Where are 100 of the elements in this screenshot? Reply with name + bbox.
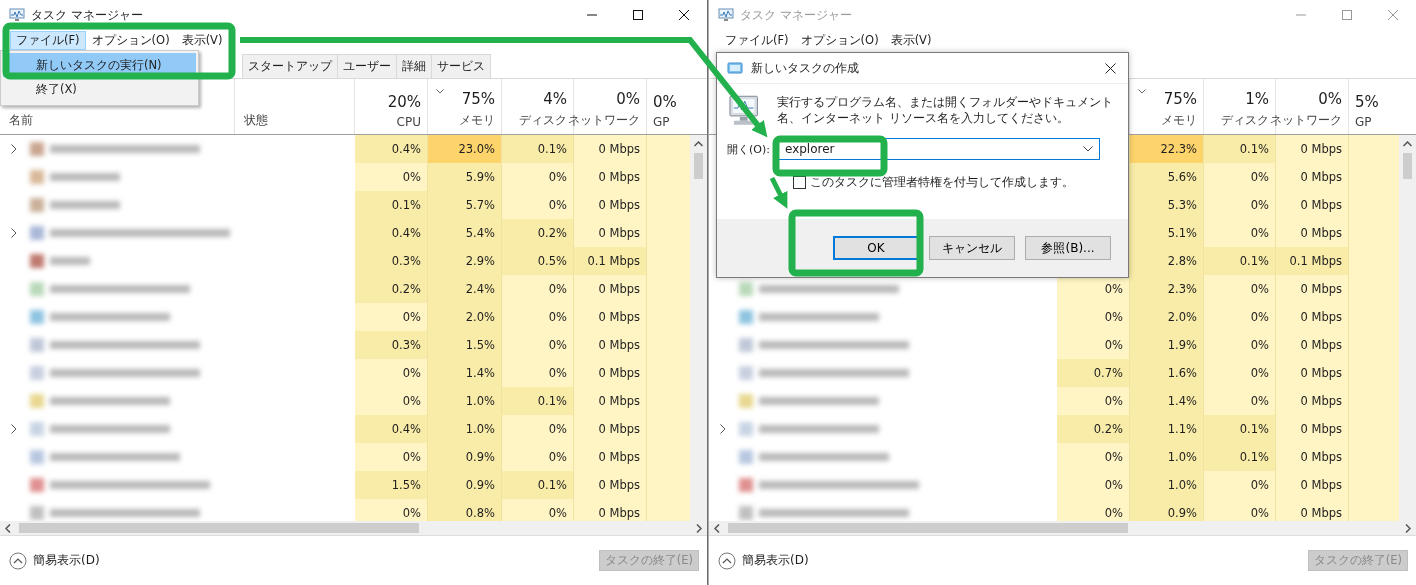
- table-cell: 0.4%: [355, 219, 428, 247]
- expand-chevron-icon[interactable]: [11, 424, 17, 434]
- column-header[interactable]: メモリ: [1161, 112, 1197, 129]
- table-cell: 0 Mbps: [574, 443, 647, 471]
- dialog-button[interactable]: キャンセル: [929, 236, 1015, 260]
- window-icon: [727, 62, 743, 74]
- table-cell: 2.0%: [428, 303, 502, 331]
- horizontal-scrollbar[interactable]: [0, 521, 707, 535]
- table-cell: 0.4%: [355, 135, 428, 163]
- column-header[interactable]: GP: [653, 115, 670, 129]
- instruction-text: 実行するプログラム名、または開くフォルダーやドキュメント名、インターネット リソース名を入力してください。: [777, 94, 1115, 126]
- table-cell: 0.1 Mbps: [574, 247, 647, 275]
- column-header[interactable]: GP: [1355, 115, 1372, 129]
- table-cell: 0 Mbps: [1276, 219, 1349, 247]
- tab[interactable]: スタートアップ: [242, 54, 338, 78]
- scroll-left-icon[interactable]: [5, 523, 11, 533]
- tab[interactable]: サービス: [431, 54, 491, 78]
- table-cell: 0%: [355, 499, 428, 521]
- expand-chevron-icon[interactable]: [11, 144, 17, 154]
- table-cell: 5.3%: [1130, 191, 1204, 219]
- sort-caret-icon: [436, 89, 444, 94]
- maximize-icon[interactable]: [633, 10, 643, 20]
- table-cell: 0%: [1204, 331, 1276, 359]
- tab[interactable]: 詳細: [396, 54, 432, 78]
- dialog-button[interactable]: 参照(B)...: [1025, 236, 1111, 260]
- table-cell: 0%: [355, 359, 428, 387]
- table-cell: 1.0%: [1130, 443, 1204, 471]
- menu-item[interactable]: 表示(V): [175, 30, 229, 50]
- table-cell: 0.3%: [355, 247, 428, 275]
- table-cell: 0 Mbps: [574, 163, 647, 191]
- column-header[interactable]: ネットワーク: [568, 112, 640, 129]
- column-header[interactable]: ディスク: [1221, 112, 1269, 129]
- table-cell: 0%: [502, 359, 574, 387]
- table-cell: [647, 499, 690, 521]
- field-label: 開く(O):: [727, 141, 770, 157]
- arrow: [769, 176, 788, 209]
- table-cell: 1.1%: [1130, 415, 1204, 443]
- table-cell: 0 Mbps: [1276, 163, 1349, 191]
- table-cell: 0 Mbps: [574, 359, 647, 387]
- column-total: 0%: [653, 93, 677, 111]
- window-title: タスク マネージャー: [31, 6, 143, 24]
- table-cell: 0%: [1057, 499, 1130, 521]
- column-total: 0%: [1318, 90, 1342, 108]
- tab[interactable]: ユーザー: [337, 54, 397, 78]
- table-cell: 23.0%: [428, 135, 502, 163]
- table-cell: 0.1%: [1204, 415, 1276, 443]
- table-cell: 0%: [1057, 303, 1130, 331]
- table-cell: 2.4%: [428, 275, 502, 303]
- fewer-details-link[interactable]: 簡易表示(D): [33, 552, 100, 569]
- menu-item[interactable]: オプション(O): [85, 30, 176, 50]
- table-cell: 0.1%: [1204, 443, 1276, 471]
- menu-item[interactable]: ファイル(F): [10, 30, 86, 50]
- menu-option[interactable]: 終了(X): [3, 77, 196, 101]
- table-cell: 1.6%: [1130, 359, 1204, 387]
- column-total: 1%: [1245, 90, 1269, 108]
- table-cell: 0%: [355, 387, 428, 415]
- table-cell: [1349, 499, 1399, 521]
- table-cell: 0%: [1204, 471, 1276, 499]
- dialog-button[interactable]: OK: [833, 236, 919, 260]
- table-cell: 0%: [1204, 219, 1276, 247]
- column-header[interactable]: 状態: [244, 112, 268, 129]
- close-icon[interactable]: [1105, 62, 1116, 74]
- column-header[interactable]: メモリ: [459, 112, 495, 129]
- table-cell: [647, 135, 690, 163]
- table-cell: 2.3%: [1130, 275, 1204, 303]
- vertical-scrollbar[interactable]: [690, 135, 707, 521]
- column-total: 20%: [387, 93, 421, 111]
- table-cell: 0 Mbps: [1276, 191, 1349, 219]
- table-cell: 0.2%: [1057, 415, 1130, 443]
- table-cell: 0.3%: [355, 331, 428, 359]
- column-header[interactable]: ディスク: [519, 112, 567, 129]
- table-cell: 0.1 Mbps: [1276, 247, 1349, 275]
- expand-chevron-icon[interactable]: [11, 228, 17, 238]
- column-header[interactable]: ネットワーク: [1270, 112, 1342, 129]
- dropdown-chevron-icon[interactable]: [1082, 146, 1093, 152]
- collapse-circle-icon[interactable]: [9, 551, 27, 570]
- column-header[interactable]: 名前: [9, 112, 33, 129]
- scroll-right-icon[interactable]: [696, 523, 702, 533]
- table-cell: 5.9%: [428, 163, 502, 191]
- table-cell: 2.9%: [428, 247, 502, 275]
- scroll-thumb[interactable]: [19, 523, 419, 533]
- close-icon[interactable]: [679, 10, 689, 20]
- table-cell: 0 Mbps: [574, 415, 647, 443]
- table-cell: 1.0%: [428, 415, 502, 443]
- table-cell: 0.7%: [1057, 359, 1130, 387]
- table-cell: 0 Mbps: [574, 387, 647, 415]
- column-header[interactable]: CPU: [396, 115, 421, 129]
- table-cell: 0.9%: [428, 471, 502, 499]
- table-cell: 0 Mbps: [1276, 275, 1349, 303]
- table-cell: 0.9%: [428, 443, 502, 471]
- scroll-thumb[interactable]: [694, 153, 703, 179]
- scroll-up-icon[interactable]: [694, 141, 703, 147]
- table-cell: 0 Mbps: [1276, 443, 1349, 471]
- table-cell: 0 Mbps: [1276, 359, 1349, 387]
- table-cell: 1.4%: [1130, 387, 1204, 415]
- table-cell: 0 Mbps: [574, 275, 647, 303]
- table-cell: 0%: [355, 163, 428, 191]
- table-cell: 0.4%: [355, 415, 428, 443]
- table-cell: 0%: [1057, 471, 1130, 499]
- table-cell: 1.9%: [1130, 331, 1204, 359]
